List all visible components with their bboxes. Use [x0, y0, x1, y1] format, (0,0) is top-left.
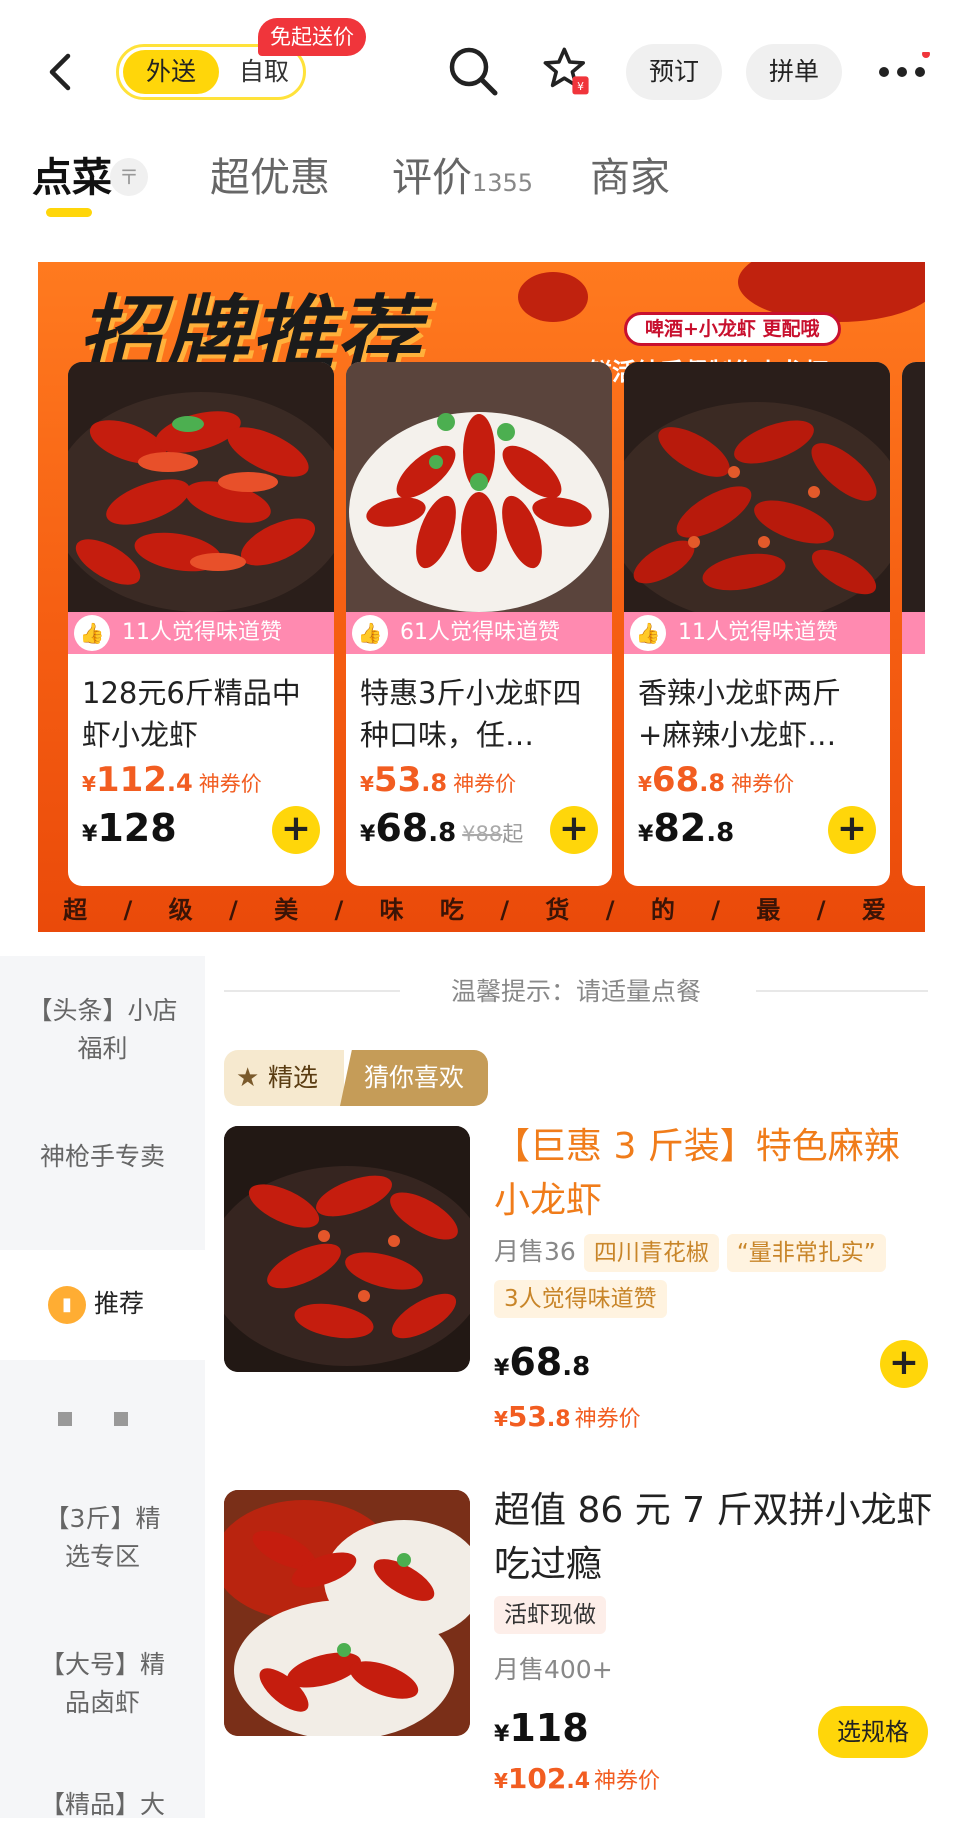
featured-card[interactable]: 👍 11人觉得味道赞 128元6斤精品中虾小龙虾 ¥112.4 神券价 ¥128 +	[68, 362, 334, 886]
sidebar-item-recommend[interactable]: ▮ 推荐	[48, 1284, 144, 1324]
coupon-price: ¥68.8 神券价	[638, 760, 795, 800]
favorite-star-icon[interactable]: ¥	[540, 44, 594, 98]
selection-toggle[interactable]: ★ 精选 猜你喜欢	[224, 1050, 488, 1106]
more-icon[interactable]	[876, 52, 932, 92]
coupon-price: ¥53.8 神券价	[494, 1400, 641, 1433]
active-tab-indicator	[46, 208, 92, 217]
sidebar-item-label: 推荐	[94, 1289, 145, 1318]
sort-icon[interactable]: 〒	[110, 158, 148, 196]
search-icon[interactable]	[446, 44, 500, 98]
likes-badge: 👍 11人觉得味道赞	[624, 612, 890, 654]
product-tag: 四川青花椒	[583, 1234, 719, 1272]
card-price: ¥128	[82, 806, 177, 850]
sidebar-placeholder-icon	[58, 1412, 72, 1426]
product-image	[346, 362, 612, 624]
thumbs-up-icon: 👍	[352, 615, 388, 651]
product-tag: “量非常扎实”	[726, 1234, 886, 1272]
back-icon[interactable]	[40, 50, 80, 94]
tab-merchant[interactable]: 商家	[590, 150, 670, 206]
sidebar-item-3jin[interactable]: 【3斤】精选专区	[0, 1500, 205, 1576]
card-price: ¥82.8	[638, 806, 735, 850]
top-bar: 外送 自取 免起送价 ¥ 预订 拼单	[0, 0, 960, 140]
coupon-price: ¥112.4 神券价	[82, 760, 262, 800]
card-price: ¥68.8 ¥88起	[360, 806, 524, 850]
featured-card[interactable]: 👍 11人觉得味道赞 香辣小龙虾两斤+麻辣小龙虾… ¥68.8 神券价 ¥82.8 …	[624, 362, 890, 886]
featured-banner: 招牌推荐 啤酒+小龙虾 更配哦 鲜活纯手餐制作小龙虾 👍11人觉得味道赞 128…	[38, 262, 925, 932]
guess-you-like-filter[interactable]: 猜你喜欢	[340, 1050, 488, 1106]
product-image	[68, 362, 334, 624]
tab-deals[interactable]: 超优惠	[210, 150, 330, 206]
product-image[interactable]	[224, 1126, 470, 1372]
thumbs-up-icon: 👍	[630, 615, 666, 651]
likes-badge	[902, 612, 925, 654]
product-image	[902, 362, 925, 624]
sidebar-placeholder-icon	[114, 1412, 128, 1426]
star-icon: ★	[236, 1063, 260, 1093]
featured-card[interactable]: 👍 61人觉得味道赞 特惠3斤小龙虾四种口味，任… ¥53.8 神券价 ¥68.8 ¥…	[346, 362, 612, 886]
add-to-cart-button[interactable]: +	[880, 1340, 928, 1388]
add-to-cart-button[interactable]: +	[828, 806, 876, 854]
sidebar-item-headline[interactable]: 【头条】小店福利	[0, 992, 205, 1068]
group-order-button[interactable]: 拼单	[746, 44, 842, 100]
add-to-cart-button[interactable]: +	[550, 806, 598, 854]
pickup-option[interactable]: 自取	[229, 50, 299, 94]
featured-card-partial[interactable]	[902, 362, 925, 886]
card-name: 128元6斤精品中虾小龙虾	[82, 676, 301, 752]
product-price: ¥118	[494, 1706, 589, 1750]
tab-reviews-label: 评价	[392, 155, 472, 201]
sidebar-item-premium[interactable]: 【精品】大	[0, 1786, 205, 1824]
product-price: ¥68.8	[494, 1340, 591, 1384]
product-sold: 月售36 四川青花椒 “量非常扎实”	[494, 1232, 886, 1272]
product-image[interactable]	[224, 1490, 470, 1736]
product-tag-row: 活虾现做	[494, 1596, 606, 1634]
banner-pill: 啤酒+小龙虾 更配哦	[624, 312, 841, 346]
likes-badge: 👍 61人觉得味道赞	[346, 612, 612, 654]
banner-footer: 超 / 级 / 美 / 味 吃 / 货 / 的 / 最 / 爱	[63, 896, 900, 924]
thumbs-up-icon: 👍	[74, 615, 110, 651]
reserve-button[interactable]: 预订	[626, 44, 722, 100]
product-sold: 月售400+	[494, 1655, 613, 1684]
selected-filter[interactable]: ★ 精选	[224, 1050, 344, 1106]
card-name: 香辣小龙虾两斤+麻辣小龙虾…	[638, 676, 842, 752]
sidebar-item-large[interactable]: 【大号】精品卤虾	[0, 1646, 205, 1722]
product-likes: 3人觉得味道赞	[494, 1280, 667, 1318]
delivery-option[interactable]: 外送	[123, 50, 219, 94]
sidebar-item-sharpshooter[interactable]: 神枪手专卖	[0, 1138, 205, 1176]
free-delivery-badge: 免起送价	[258, 18, 366, 56]
tab-reviews[interactable]: 评价1355	[392, 150, 533, 211]
tab-order[interactable]: 点菜	[32, 150, 112, 206]
recommend-icon: ▮	[48, 1286, 86, 1324]
product-image	[624, 362, 890, 624]
product-name: 【巨惠 3 斤装】特色麻辣小龙虾	[494, 1126, 900, 1221]
product-name: 超值 86 元 7 斤双拼小龙虾吃过瘾	[494, 1490, 933, 1585]
likes-badge: 👍 11人觉得味道赞	[68, 612, 334, 654]
coupon-price: ¥53.8 神券价	[360, 760, 517, 800]
product-tag: 活虾现做	[494, 1596, 606, 1634]
review-count: 1355	[472, 169, 534, 197]
add-to-cart-button[interactable]: +	[272, 806, 320, 854]
tip-text: 温馨提示：请适量点餐	[450, 977, 701, 1006]
select-spec-button[interactable]: 选规格	[818, 1706, 928, 1758]
card-name: 特惠3斤小龙虾四种口味，任…	[360, 676, 582, 752]
coupon-price: ¥102.4 神券价	[494, 1762, 661, 1795]
original-price: ¥88	[462, 822, 503, 846]
svg-text:¥: ¥	[577, 80, 584, 93]
